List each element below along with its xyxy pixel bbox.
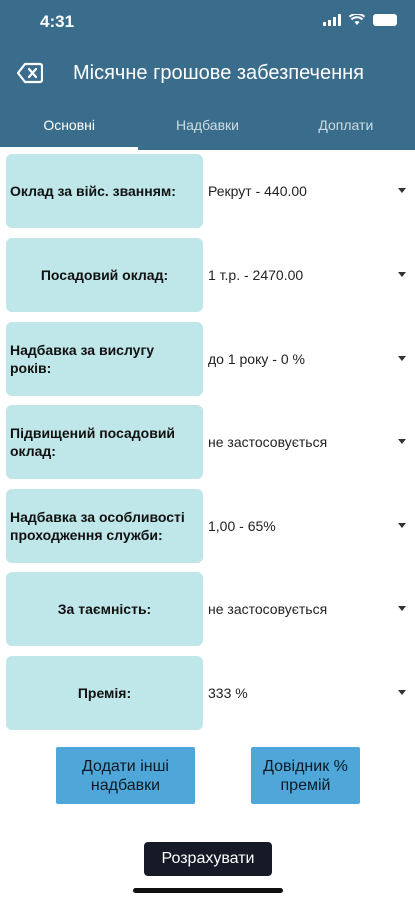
status-bar: 4:31 [0,0,415,44]
dropdown-arrow-icon [398,690,406,695]
tab-allowances[interactable]: Надбавки [138,108,276,150]
tab-bar: Основні Надбавки Доплати [0,108,415,150]
secrecy-dropdown[interactable]: не застосовується [208,572,408,646]
dropdown-arrow-icon [398,439,406,444]
service-features-value: 1,00 - 65% [208,518,276,534]
backspace-icon[interactable] [17,61,43,85]
dropdown-arrow-icon [398,188,406,193]
increased-salary-value: не застосовується [208,434,328,450]
battery-icon [373,14,397,26]
row-seniority: Надбавка за вислугу років: до 1 року - 0… [0,322,415,396]
row-service-features: Надбавка за особливості проходження служ… [0,489,415,563]
wifi-icon [349,14,365,25]
rank-salary-value: Рекрут - 440.00 [208,183,307,199]
calculate-button[interactable]: Розрахувати [144,842,272,876]
tab-surcharges[interactable]: Доплати [277,108,415,150]
position-salary-label: Посадовий оклад: [6,238,203,312]
increased-salary-dropdown[interactable]: не застосовується [208,405,408,479]
rank-salary-label: Оклад за війс. званням: [6,154,203,228]
add-allowances-button[interactable]: Додати інші надбавки [56,747,195,804]
row-rank-salary: Оклад за війс. званням: Рекрут - 440.00 [0,154,415,228]
rank-salary-dropdown[interactable]: Рекрут - 440.00 [208,154,408,228]
premium-guide-button[interactable]: Довідник % премій [251,747,360,804]
seniority-label: Надбавка за вислугу років: [6,322,203,396]
seniority-value: до 1 року - 0 % [208,351,305,367]
status-icons [323,14,397,26]
seniority-dropdown[interactable]: до 1 року - 0 % [208,322,408,396]
dropdown-arrow-icon [398,272,406,277]
position-salary-value: 1 т.р. - 2470.00 [208,267,304,283]
app-bar: Місячне грошове забезпечення [0,52,415,96]
dropdown-arrow-icon [398,356,406,361]
row-position-salary: Посадовий оклад: 1 т.р. - 2470.00 [0,238,415,312]
service-features-dropdown[interactable]: 1,00 - 65% [208,489,408,563]
dropdown-arrow-icon [398,523,406,528]
increased-salary-label: Підвищений посадовий оклад: [6,405,203,479]
row-increased-salary: Підвищений посадовий оклад: не застосову… [0,405,415,479]
page-title: Місячне грошове забезпечення [73,62,364,84]
bonus-value: 333 % [208,685,248,701]
signal-icon [323,14,341,26]
row-bonus: Премія: 333 % [0,656,415,730]
secrecy-label: За таємність: [6,572,203,646]
tab-main[interactable]: Основні [0,108,139,150]
header: 4:31 Місячне грошове забезпечення Основн… [0,0,415,150]
row-secrecy: За таємність: не застосовується [0,572,415,646]
home-indicator [133,888,283,893]
bonus-label: Премія: [6,656,203,730]
dropdown-arrow-icon [398,606,406,611]
service-features-label: Надбавка за особливості проходження служ… [6,489,203,563]
bonus-dropdown[interactable]: 333 % [208,656,408,730]
secrecy-value: не застосовується [208,601,328,617]
position-salary-dropdown[interactable]: 1 т.р. - 2470.00 [208,238,408,312]
status-time: 4:31 [40,12,75,31]
